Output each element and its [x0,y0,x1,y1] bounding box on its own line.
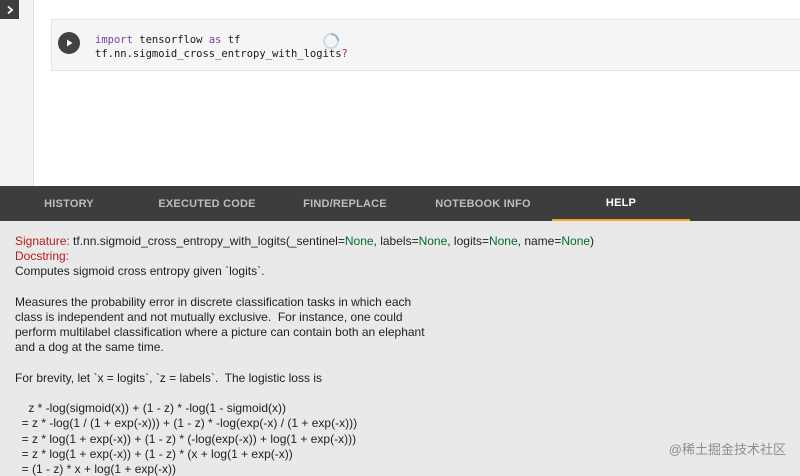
tab-find-replace[interactable]: FIND/REPLACE [276,186,414,221]
tab-help[interactable]: HELP [552,186,690,221]
signature-text: ) [590,234,595,248]
docstring-formula: z * -log(sigmoid(x)) + (1 - z) * -log(1 … [21,401,358,476]
docstring-paragraph: Measures the probability error in discre… [15,294,425,355]
keyword-as: as [208,34,222,46]
bottom-panel-tabs: HISTORY EXECUTED CODE FIND/REPLACE NOTEB… [0,186,800,221]
docstring-summary: Computes sigmoid cross entropy given `lo… [15,264,265,279]
tab-notebook-info[interactable]: NOTEBOOK INFO [414,186,552,221]
docstring-brevity: For brevity, let `x = logits`, `z = labe… [15,370,322,385]
play-icon [67,39,73,47]
signature-text: tf.nn.sigmoid_cross_entropy_with_logits(… [69,234,345,248]
watermark: @稀土掘金技术社区 [668,442,786,457]
signature-text: , labels= [373,234,419,248]
tab-executed-code[interactable]: EXECUTED CODE [138,186,276,221]
help-question-mark: ? [341,48,348,60]
chevron-right-icon [6,5,13,14]
run-cell-button[interactable] [58,32,80,54]
signature-text: , name= [517,234,562,248]
code-cell[interactable]: import tensorflow as tf tf.nn.sigmoid_cr… [51,19,800,71]
left-gutter [0,0,34,186]
none-keyword: None [344,234,374,248]
docstring-label: Docstring: [15,249,70,264]
code-editor[interactable]: import tensorflow as tf tf.nn.sigmoid_cr… [95,33,348,61]
tab-history[interactable]: HISTORY [0,186,138,221]
sidebar-toggle-button[interactable] [0,0,19,19]
none-keyword: None [561,234,591,248]
none-keyword: None [488,234,518,248]
code-alias: tf [221,34,241,46]
code-module: tensorflow [132,34,209,46]
signature-text: , logits= [447,234,489,248]
none-keyword: None [418,234,448,248]
help-panel: Signature: tf.nn.sigmoid_cross_entropy_w… [0,221,800,476]
code-function-call: tf.nn.sigmoid_cross_entropy_with_logits [95,48,342,60]
keyword-import: import [95,34,133,46]
help-text: Signature: tf.nn.sigmoid_cross_entropy_w… [15,234,594,476]
signature-label: Signature: [15,234,70,248]
